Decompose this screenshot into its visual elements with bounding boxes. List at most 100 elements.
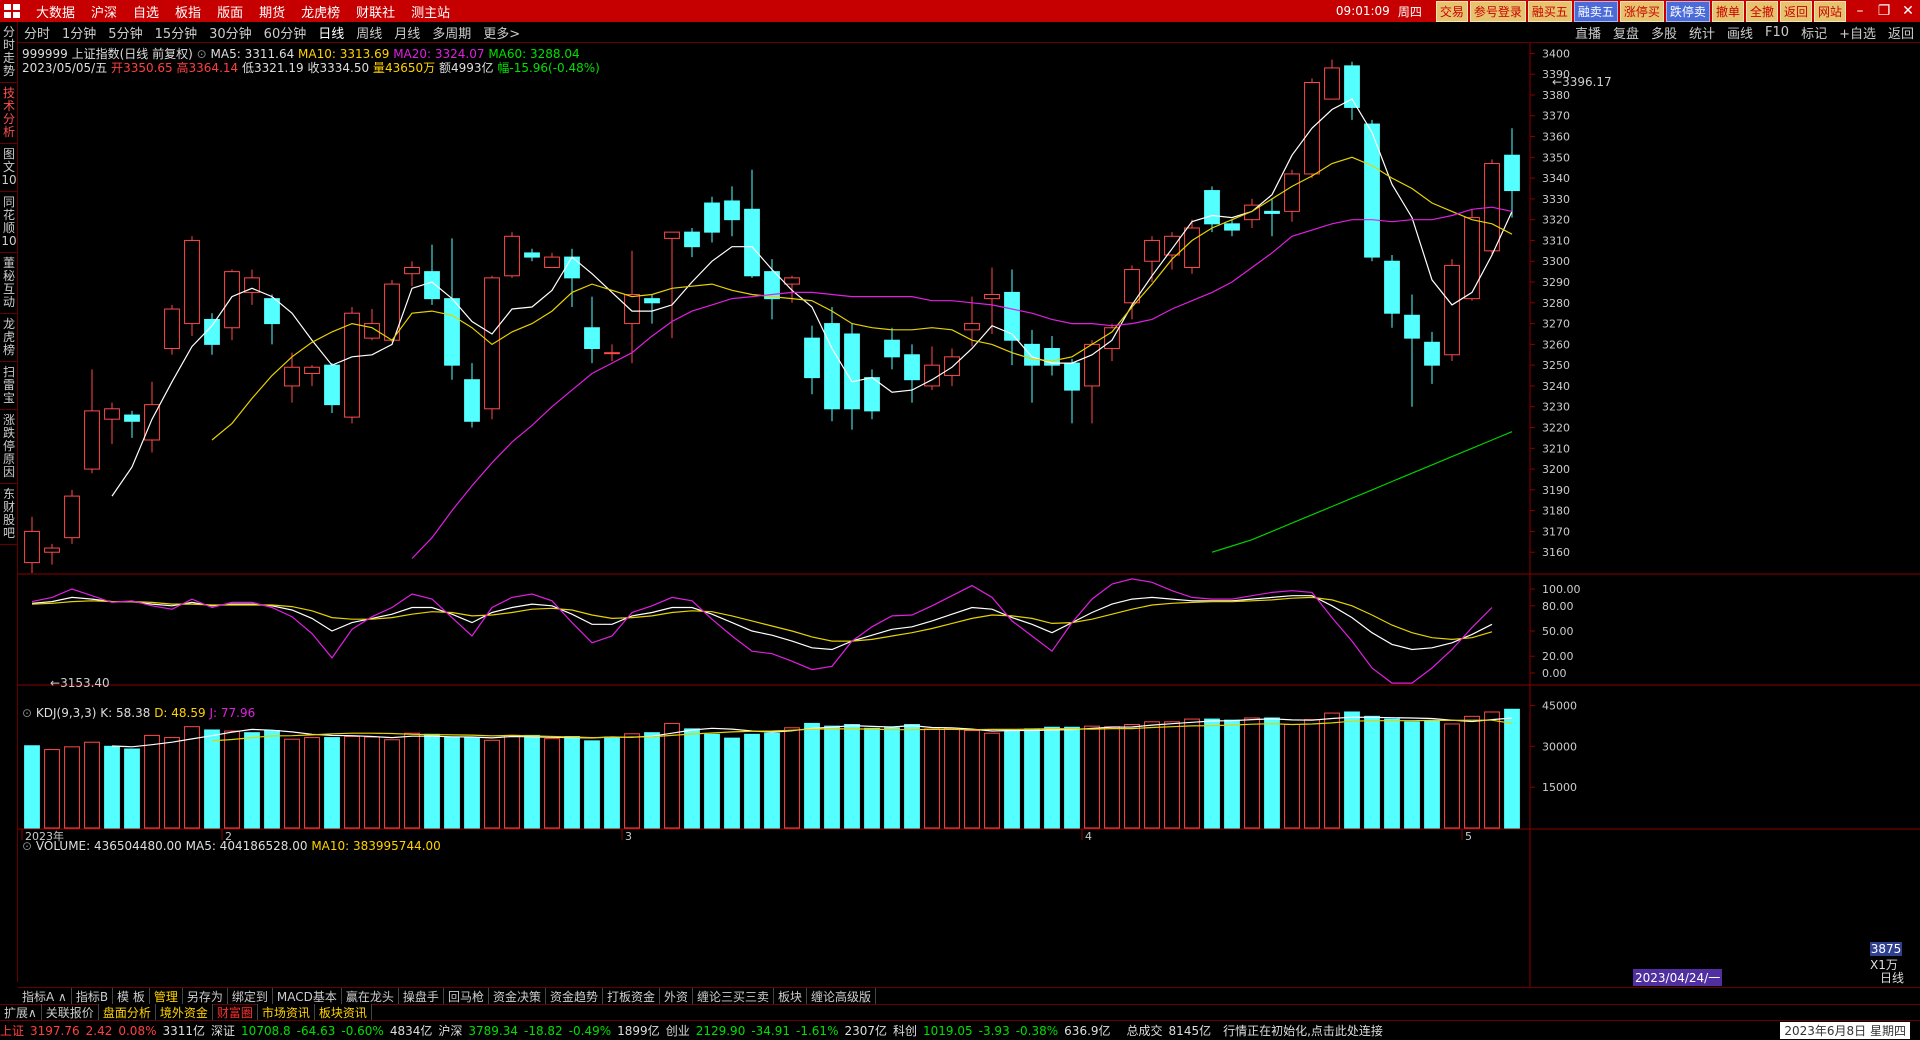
quick-margin-buy-button[interactable]: 融买五 <box>1527 0 1572 22</box>
close-icon[interactable]: ✕ <box>1896 3 1920 19</box>
menu-item-layout[interactable]: 版面 <box>217 2 243 21</box>
restore-icon[interactable]: ❐ <box>1872 3 1896 19</box>
volume-bar <box>264 730 280 829</box>
period-tab[interactable]: 5分钟 <box>108 23 142 42</box>
candle-body <box>1004 291 1020 341</box>
bottom-tab[interactable]: 关联报价 <box>42 1004 99 1021</box>
period-tab[interactable]: 1分钟 <box>62 23 96 42</box>
multi-stock-button[interactable]: 多股 <box>1651 23 1677 42</box>
menu-item-index[interactable]: 板指 <box>175 2 201 21</box>
menu-item-hushen[interactable]: 沪深 <box>91 2 117 21</box>
add-watchlist-button[interactable]: +自选 <box>1839 23 1876 42</box>
indicator-tab[interactable]: 操盘手 <box>399 987 444 1005</box>
indicator-tab[interactable]: 资金决策 <box>489 987 546 1005</box>
side-tab-dragon-tiger[interactable]: 龙虎榜 <box>0 314 18 362</box>
stats-button[interactable]: 统计 <box>1689 23 1715 42</box>
back-button[interactable]: 返回 <box>1888 23 1914 42</box>
side-tab-minesweeper[interactable]: 扫雷宝 <box>0 362 18 410</box>
candle-body <box>1224 223 1240 231</box>
weekday: 周四 <box>1397 4 1422 19</box>
indicator-tab[interactable]: 外资 <box>660 987 694 1005</box>
app-logo-icon[interactable] <box>4 3 22 19</box>
open-value: 3350.65 <box>123 61 173 75</box>
volume-bar <box>24 745 40 829</box>
minimize-icon[interactable]: – <box>1848 3 1872 19</box>
menu-item-watchlist[interactable]: 自选 <box>133 2 159 21</box>
bottom-tab[interactable]: 板块资讯 <box>314 1004 372 1021</box>
quick-cancel-all-button[interactable]: 全撤 <box>1745 0 1778 22</box>
volume-label: VOLUME: 436504480.00 <box>35 839 182 853</box>
side-tab-timeshare[interactable]: 分时走势 <box>0 22 18 83</box>
period-tab[interactable]: 60分钟 <box>264 23 307 42</box>
bottom-tab[interactable]: 市场资讯 <box>257 1004 315 1021</box>
volume-bar <box>484 739 500 829</box>
candle-body <box>904 354 920 381</box>
kdj-j-line <box>31 578 1493 684</box>
indicator-tab[interactable]: MACD基本 <box>273 987 342 1005</box>
indicator-tab-manage[interactable]: 管理 <box>150 987 183 1005</box>
period-tab[interactable]: 多周期 <box>432 23 471 42</box>
indicator-tab[interactable]: 板块 <box>774 987 808 1005</box>
live-button[interactable]: 直播 <box>1575 23 1601 42</box>
candle-body <box>724 200 740 221</box>
price-tick-label: 3290 <box>1542 276 1570 289</box>
indicator-tab[interactable]: 指标A ∧ <box>18 987 72 1005</box>
volume-value: 43650万 <box>384 61 436 75</box>
menu-item-cls[interactable]: 财联社 <box>356 2 395 21</box>
draw-button[interactable]: 画线 <box>1727 23 1753 42</box>
period-tab[interactable]: 15分钟 <box>155 23 198 42</box>
indicator-tab[interactable]: 缠论高级版 <box>807 987 877 1005</box>
side-tab-secretary[interactable]: 董秘互动 <box>0 253 18 314</box>
indicator-tab[interactable]: 赢在龙头 <box>342 987 399 1005</box>
side-tab-forum[interactable]: 东财股吧 <box>0 484 18 545</box>
price-tick-label: 3160 <box>1542 546 1570 559</box>
bottom-tab[interactable]: 盘面分析 <box>98 1004 156 1021</box>
indicator-tab[interactable]: 绑定到 <box>228 987 273 1005</box>
period-tab[interactable]: 月线 <box>394 23 420 42</box>
menu-item-dragon-tiger[interactable]: 龙虎榜 <box>301 2 340 21</box>
f10-button[interactable]: F10 <box>1765 25 1789 40</box>
quick-login-button[interactable]: 参号登录 <box>1469 0 1526 22</box>
indicator-tab[interactable]: 缠论三买三卖 <box>693 987 775 1005</box>
quick-cancel-button[interactable]: 撤单 <box>1711 0 1744 22</box>
replay-button[interactable]: 复盘 <box>1613 23 1639 42</box>
quick-back-button[interactable]: 返回 <box>1779 0 1812 22</box>
period-more[interactable]: 更多> <box>483 23 520 42</box>
bottom-tab[interactable]: 境外资金 <box>155 1004 213 1021</box>
side-tab-ths[interactable]: 同花顺10 <box>0 192 18 253</box>
quick-limit-up-buy-button[interactable]: 涨停买 <box>1619 0 1664 22</box>
period-label: 日线 <box>1880 971 1905 985</box>
quick-website-button[interactable]: 网站 <box>1813 0 1846 22</box>
menu-item-speedtest[interactable]: 测主站 <box>411 2 450 21</box>
left-side-tabs: 分时走势 技术分析 图文10 同花顺10 董秘互动 龙虎榜 扫雷宝 涨跌停原因 … <box>0 22 18 982</box>
quick-limit-down-sell-button[interactable]: 跌停卖 <box>1665 0 1710 22</box>
mark-button[interactable]: 标记 <box>1801 23 1827 42</box>
candle-body <box>264 298 280 325</box>
menu-item-bigdata[interactable]: 大数据 <box>36 2 75 21</box>
price-tick-label: 3330 <box>1542 193 1570 206</box>
indicator-tab[interactable]: 资金趋势 <box>546 987 603 1005</box>
volume-bar <box>864 727 880 829</box>
indicator-tab[interactable]: 模 板 <box>113 987 150 1005</box>
bottom-tab[interactable]: 扩展∧ <box>0 1004 42 1021</box>
price-tick-label: 3320 <box>1542 214 1570 227</box>
volume-bar <box>624 733 640 829</box>
period-tab[interactable]: 周线 <box>356 23 382 42</box>
side-tab-limit-reason[interactable]: 涨跌停原因 <box>0 410 18 484</box>
side-tab-technical[interactable]: 技术分析 <box>0 83 18 144</box>
side-tab-news[interactable]: 图文10 <box>0 144 18 192</box>
price-tick-label: 3260 <box>1542 338 1570 351</box>
volume-bar <box>824 725 840 829</box>
menu-item-futures[interactable]: 期货 <box>259 2 285 21</box>
quick-trade-button[interactable]: 交易 <box>1435 0 1468 22</box>
period-tab-daily[interactable]: 日线 <box>318 23 344 42</box>
indicator-tab[interactable]: 打板资金 <box>603 987 660 1005</box>
indicator-tab[interactable]: 另存为 <box>183 987 228 1005</box>
bottom-tab[interactable]: 财富圈 <box>213 1004 258 1021</box>
period-tab[interactable]: 30分钟 <box>209 23 252 42</box>
candle-body <box>1324 67 1340 100</box>
quick-margin-sell-button[interactable]: 融卖五 <box>1573 0 1618 22</box>
indicator-tab[interactable]: 回马枪 <box>444 987 489 1005</box>
period-tab[interactable]: 分时 <box>24 23 50 42</box>
indicator-tab[interactable]: 指标B <box>72 987 114 1005</box>
